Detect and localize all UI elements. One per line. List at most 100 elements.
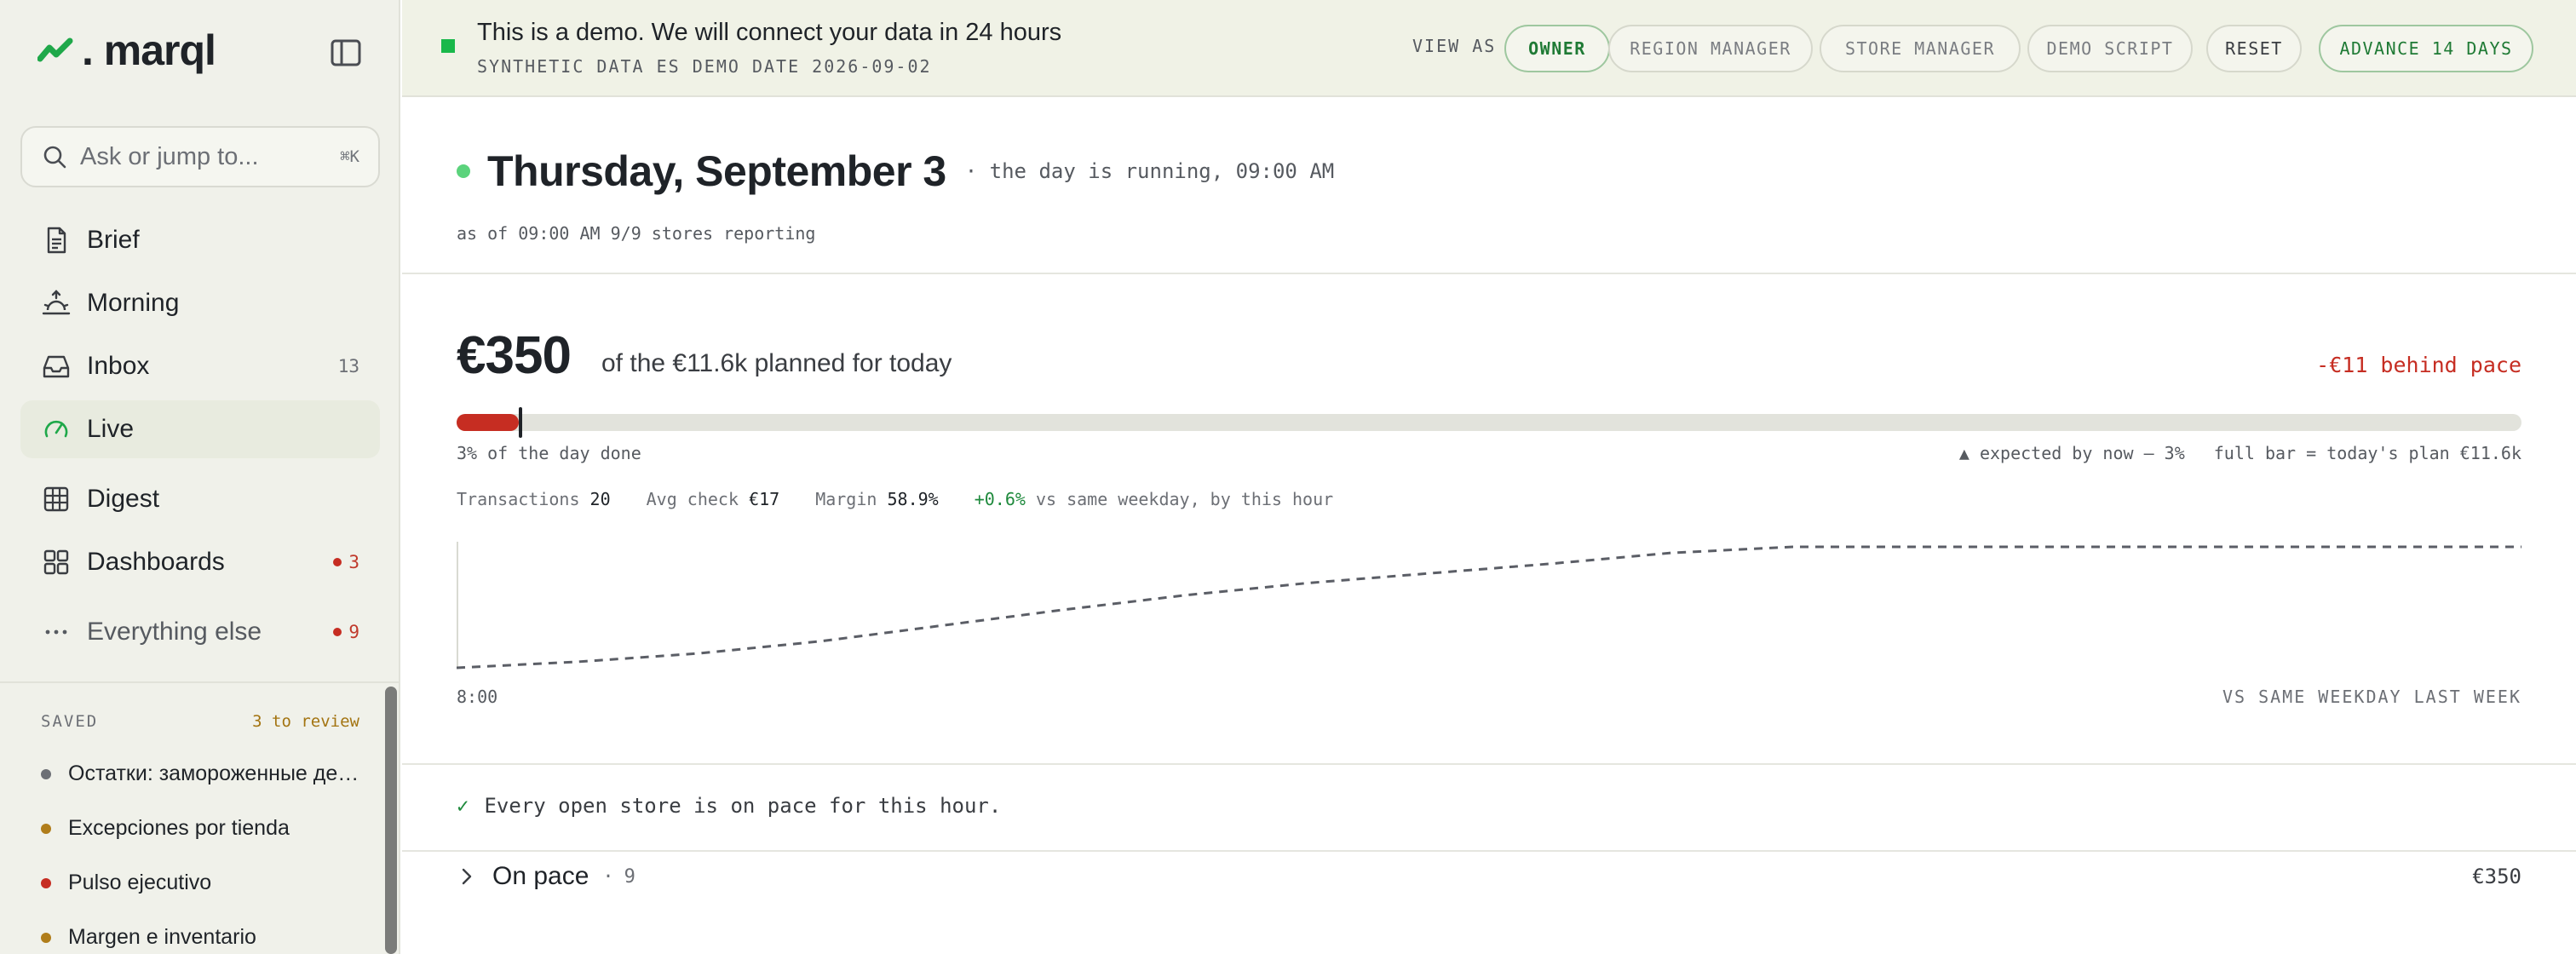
sidebar-divider bbox=[0, 681, 400, 683]
section-divider bbox=[402, 763, 2576, 765]
delta-value: +0.6% bbox=[974, 489, 1026, 509]
search-shortcut: ⌘K bbox=[340, 147, 359, 166]
demo-meta: SYNTHETIC DATA ES DEMO DATE 2026-09-02 bbox=[477, 56, 932, 77]
nav-label: Live bbox=[87, 415, 135, 443]
search-input[interactable] bbox=[80, 142, 327, 171]
live-status-dot bbox=[457, 164, 470, 178]
day-header: Thursday, September 3 · the day is runni… bbox=[457, 147, 1334, 196]
chart-caption: VS SAME WEEKDAY LAST WEEK bbox=[2222, 687, 2521, 707]
day-progress-bar bbox=[457, 407, 2521, 438]
nav-item-digest[interactable]: Digest bbox=[20, 470, 380, 528]
page-title: Thursday, September 3 bbox=[487, 147, 946, 195]
demo-banner: This is a demo. We will connect your dat… bbox=[402, 0, 2576, 97]
saved-color-dot bbox=[41, 932, 51, 943]
more-dots-icon bbox=[45, 629, 67, 635]
document-icon bbox=[47, 227, 66, 254]
saved-item-label: Margen e inventario bbox=[68, 925, 256, 949]
saved-item[interactable]: Pulso ejecutivo bbox=[41, 871, 365, 895]
saved-item[interactable]: Остатки: замороженные ден... bbox=[41, 761, 365, 786]
demo-script-button[interactable]: DEMO SCRIPT bbox=[2027, 25, 2193, 72]
marql-logo-icon bbox=[37, 37, 73, 62]
inbox-icon bbox=[43, 355, 70, 378]
saved-item[interactable]: Margen e inventario bbox=[41, 925, 365, 950]
check-icon: ✓ bbox=[457, 794, 469, 818]
dashboard-icon bbox=[43, 549, 69, 575]
expected-label: ▲ expected by now — 3% bbox=[1958, 443, 2185, 463]
reset-button[interactable]: RESET bbox=[2206, 25, 2302, 72]
nav-label: Dashboards bbox=[87, 548, 225, 576]
sidebar-toggle-button[interactable] bbox=[327, 36, 365, 70]
saved-item-label: Excepciones por tienda bbox=[68, 816, 290, 840]
stat-value: 58.9% bbox=[887, 489, 939, 509]
main-content: Thursday, September 3 · the day is runni… bbox=[402, 97, 2576, 954]
day-status: · the day is running, 09:00 AM bbox=[964, 159, 1335, 183]
nav-label: Everything else bbox=[87, 618, 262, 646]
advance-days-button[interactable]: ADVANCE 14 DAYS bbox=[2319, 25, 2533, 72]
weekday-delta-stat: +0.6% vs same weekday, by this hour bbox=[975, 489, 1333, 509]
group-separator: · bbox=[602, 865, 614, 888]
stat-value: €17 bbox=[749, 489, 780, 509]
pace-status-line: ✓ Every open store is on pace for this h… bbox=[457, 794, 1001, 818]
view-region-manager-button[interactable]: REGION MANAGER bbox=[1608, 25, 1813, 72]
expected-marker bbox=[518, 407, 522, 438]
chart-series-line-0 bbox=[457, 545, 2521, 670]
section-divider bbox=[402, 850, 2576, 852]
sunrise-icon bbox=[42, 290, 71, 315]
view-owner-button[interactable]: OWNER bbox=[1504, 25, 1610, 72]
progress-legend: ▲ expected by now — 3% full bar = today'… bbox=[1959, 443, 2521, 463]
saved-color-dot bbox=[41, 823, 51, 834]
alert-dot bbox=[333, 628, 342, 636]
sidebar-scrollbar[interactable] bbox=[385, 687, 397, 954]
delta-label: vs same weekday, by this hour bbox=[1035, 489, 1334, 509]
behind-pace-value: -€11 behind pace bbox=[2316, 353, 2521, 377]
stats-row: Transactions 20 Avg check €17 Margin 58.… bbox=[457, 489, 1333, 509]
saved-review-link[interactable]: 3 to review bbox=[252, 712, 359, 731]
nav-item-live[interactable]: Live bbox=[20, 400, 380, 458]
nav-label: Morning bbox=[87, 289, 180, 317]
avg-check-stat: Avg check €17 bbox=[647, 489, 780, 509]
saved-section-header: SAVED 3 to review bbox=[41, 712, 359, 731]
nav-item-inbox[interactable]: Inbox 13 bbox=[20, 337, 380, 395]
full-bar-label: full bar = today's plan €11.6k bbox=[2213, 443, 2521, 463]
demo-message: This is a demo. We will connect your dat… bbox=[477, 19, 1062, 46]
on-pace-group-row[interactable]: On pace · 9 €350 bbox=[457, 862, 2521, 891]
badge-count: 9 bbox=[348, 622, 359, 642]
saved-color-dot bbox=[41, 877, 51, 888]
margin-stat: Margin 58.9% bbox=[815, 489, 939, 509]
transactions-stat: Transactions 20 bbox=[457, 489, 611, 509]
everything-else-alert-badge: 9 bbox=[333, 622, 359, 642]
chart-x-start-label: 8:00 bbox=[457, 687, 498, 707]
saved-item-label: Pulso ejecutivo bbox=[68, 871, 212, 894]
sidebar-panel-icon bbox=[331, 39, 361, 66]
demo-status-square bbox=[441, 39, 455, 53]
pace-status-text: Every open store is on pace for this hou… bbox=[484, 794, 1002, 818]
day-done-label: 3% of the day done bbox=[457, 443, 641, 463]
app-logo[interactable]: . marql bbox=[37, 26, 216, 75]
search-icon bbox=[43, 146, 66, 169]
saved-title: SAVED bbox=[41, 712, 99, 731]
sales-amount: €350 bbox=[457, 326, 572, 385]
gauge-icon bbox=[44, 420, 68, 438]
saved-item[interactable]: Excepciones por tienda bbox=[41, 816, 365, 841]
logo-text: . marql bbox=[82, 26, 216, 74]
nav-item-morning[interactable]: Morning bbox=[20, 274, 380, 332]
view-as-label: VIEW AS bbox=[1412, 36, 1497, 56]
section-divider bbox=[402, 273, 2576, 274]
group-count: 9 bbox=[624, 865, 635, 888]
nav-label: Digest bbox=[87, 485, 160, 513]
group-amount: €350 bbox=[2472, 865, 2521, 888]
nav-item-dashboards[interactable]: Dashboards 3 bbox=[20, 533, 380, 591]
stat-label: Avg check bbox=[646, 489, 739, 509]
inbox-count: 13 bbox=[337, 356, 359, 376]
as-of-line: as of 09:00 AM 9/9 stores reporting bbox=[457, 223, 816, 244]
stat-value: 20 bbox=[589, 489, 611, 509]
nav-item-brief[interactable]: Brief bbox=[20, 211, 380, 269]
search-box[interactable]: ⌘K bbox=[20, 126, 380, 187]
nav-label: Inbox bbox=[87, 352, 150, 380]
planned-caption: of the €11.6k planned for today bbox=[601, 349, 952, 377]
dashboards-alert-badge: 3 bbox=[333, 552, 359, 572]
saved-color-dot bbox=[41, 768, 51, 779]
saved-item-label: Остатки: замороженные ден... bbox=[68, 761, 365, 785]
view-store-manager-button[interactable]: STORE MANAGER bbox=[1820, 25, 2021, 72]
nav-item-everything-else[interactable]: Everything else 9 bbox=[20, 603, 380, 661]
